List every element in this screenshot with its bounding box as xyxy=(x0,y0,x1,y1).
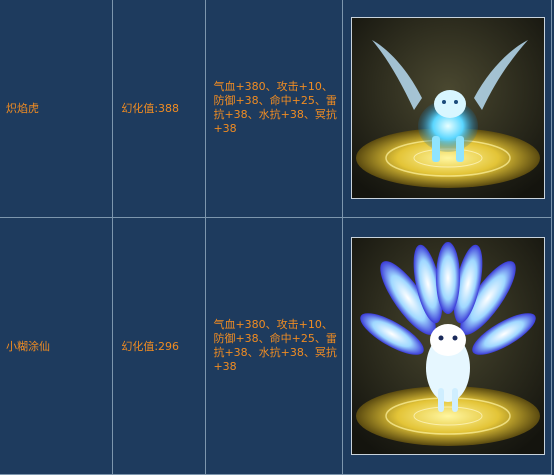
pet-name: 炽焰虎 xyxy=(0,0,114,218)
pet-attributes: 气血+380、攻击+10、防御+38、命中+25、雷抗+38、水抗+38、冥抗+… xyxy=(205,217,344,475)
table-row: 炽焰虎 幻化值:388 气血+380、攻击+10、防御+38、命中+25、雷抗+… xyxy=(0,0,552,218)
pet-name: 小糊涂仙 xyxy=(0,217,114,475)
pet-value: 幻化值:388 xyxy=(112,0,207,218)
nine-tailed-fox-icon xyxy=(351,237,546,455)
table-row: 小糊涂仙 幻化值:296 气血+380、攻击+10、防御+38、命中+25、雷抗… xyxy=(0,217,552,475)
pet-value: 幻化值:296 xyxy=(112,217,207,475)
pet-image-cell xyxy=(342,217,552,475)
pet-table: 炽焰虎 幻化值:388 气血+380、攻击+10、防御+38、命中+25、雷抗+… xyxy=(0,0,552,475)
pet-image-cell xyxy=(342,0,552,218)
pet-attributes: 气血+380、攻击+10、防御+38、命中+25、雷抗+38、水抗+38、冥抗+… xyxy=(205,0,344,218)
winged-ice-tiger-icon xyxy=(351,17,546,199)
